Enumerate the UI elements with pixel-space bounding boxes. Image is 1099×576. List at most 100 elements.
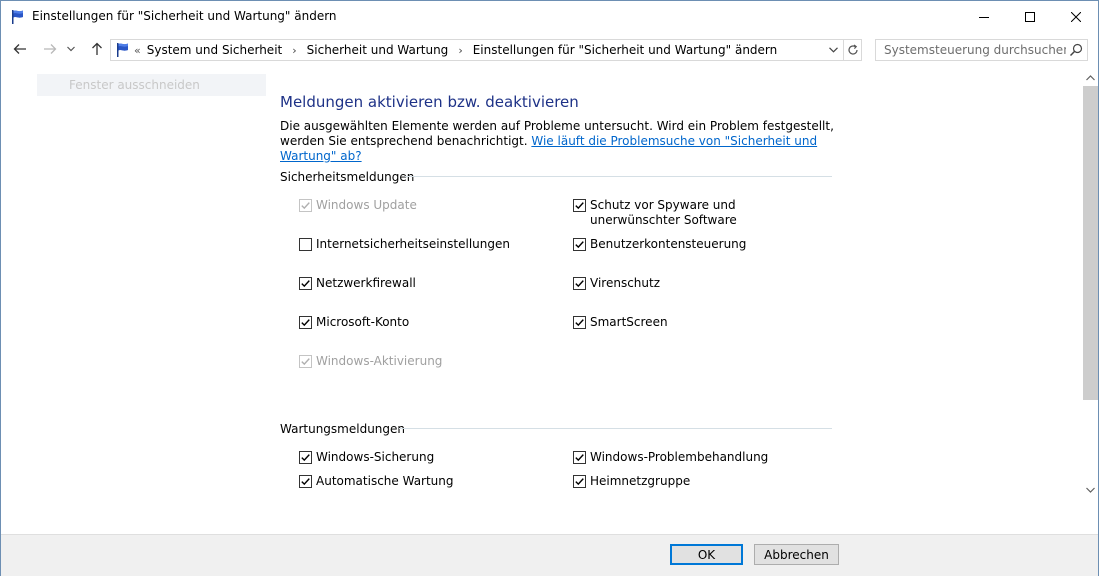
chevron-down-icon	[828, 47, 838, 53]
security-section-title: Sicherheitsmeldungen	[280, 170, 415, 184]
forward-arrow-icon	[44, 44, 57, 54]
checkbox-checked[interactable]	[573, 277, 586, 290]
checkmark-icon	[301, 280, 310, 288]
breadcrumb: « System und Sicherheit › Sicherheit und…	[134, 43, 777, 57]
checkbox-item[interactable]: Windows-Problembehandlung	[573, 450, 813, 465]
flag-icon	[10, 9, 26, 25]
chevron-right-icon[interactable]: ›	[458, 44, 462, 57]
checkbox-checked[interactable]	[299, 316, 312, 329]
checkmark-icon	[575, 454, 584, 462]
chevron-down-icon	[67, 46, 75, 52]
breadcrumb-item[interactable]: Einstellungen für "Sicherheit und Wartun…	[473, 43, 778, 57]
checkbox-label: Virenschutz	[590, 276, 661, 290]
settings-window: Einstellungen für "Sicherheit und Wartun…	[0, 0, 1099, 576]
scrollbar-thumb[interactable]	[1083, 86, 1098, 400]
checkmark-icon	[301, 478, 310, 486]
refresh-icon	[848, 44, 858, 55]
checkmark-icon	[301, 454, 310, 462]
maintenance-section-title: Wartungsmeldungen	[280, 422, 406, 436]
ok-button[interactable]: OK	[670, 544, 743, 565]
checkbox-item[interactable]: Windows-Sicherung	[299, 450, 559, 465]
checkbox-checked[interactable]	[299, 277, 312, 290]
checkbox-checked[interactable]	[299, 475, 312, 488]
checkbox-label: Netzwerkfirewall	[316, 276, 416, 290]
checkbox-item[interactable]: Netzwerkfirewall	[299, 276, 559, 291]
close-icon	[1071, 11, 1081, 22]
checkbox-checked[interactable]	[573, 316, 586, 329]
checkbox-label: Microsoft-Konto	[316, 315, 410, 329]
checkmark-icon	[575, 280, 584, 288]
checkmark-icon	[575, 202, 584, 210]
scroll-down-button[interactable]	[1082, 482, 1099, 498]
up-button[interactable]	[86, 39, 108, 59]
checkbox-label: Benutzerkontensteuerung	[590, 237, 747, 251]
checkbox-label: SmartScreen	[590, 315, 668, 329]
window-title: Einstellungen für "Sicherheit und Wartun…	[32, 9, 337, 23]
checkbox-label: Windows-Sicherung	[316, 450, 435, 464]
checkbox-item: Windows Update	[299, 198, 559, 213]
checkbox-item[interactable]: SmartScreen	[573, 315, 813, 330]
checkmark-icon	[301, 202, 310, 210]
checkbox-checked	[299, 355, 312, 368]
refresh-button[interactable]	[843, 40, 862, 60]
recent-locations-button[interactable]	[64, 39, 78, 59]
dialog-footer: OK Abbrechen	[1, 534, 1098, 576]
checkbox-item[interactable]: Automatische Wartung	[299, 474, 559, 489]
breadcrumb-item[interactable]: Sicherheit und Wartung	[307, 43, 449, 57]
section-divider	[399, 428, 832, 429]
checkbox-item[interactable]: Heimnetzgruppe	[573, 474, 813, 489]
minimize-icon	[979, 16, 989, 18]
page-description: Die ausgewählten Elemente werden auf Pro…	[280, 119, 840, 164]
back-button[interactable]	[9, 39, 31, 59]
breadcrumb-item[interactable]: System und Sicherheit	[147, 43, 283, 57]
checkbox-item[interactable]: Virenschutz	[573, 276, 813, 291]
chevron-up-icon	[1086, 75, 1095, 81]
flag-icon	[115, 42, 131, 58]
checkbox-label: Heimnetzgruppe	[590, 474, 691, 488]
search-icon[interactable]	[1068, 42, 1084, 58]
checkmark-icon	[301, 358, 310, 366]
section-divider	[405, 176, 832, 177]
left-pane: Fenster ausschneiden	[37, 74, 266, 96]
close-button[interactable]	[1053, 1, 1099, 32]
checkbox-item[interactable]: Schutz vor Spyware und unerwünschter Sof…	[573, 198, 813, 228]
chevron-right-icon[interactable]: ›	[292, 44, 296, 57]
checkbox-label: Windows-Aktivierung	[316, 354, 443, 368]
maximize-button[interactable]	[1007, 1, 1053, 32]
checkbox-checked[interactable]	[299, 451, 312, 464]
address-bar[interactable]: « System und Sicherheit › Sicherheit und…	[110, 39, 862, 61]
search-box	[875, 39, 1088, 61]
checkbox-label: Windows Update	[316, 198, 417, 212]
maximize-icon	[1025, 11, 1035, 22]
checkbox-label: Windows-Problembehandlung	[590, 450, 769, 464]
cancel-button[interactable]: Abbrechen	[754, 544, 839, 565]
forward-button[interactable]	[39, 39, 61, 59]
checkmark-icon	[301, 319, 310, 327]
checkbox-item[interactable]: Microsoft-Konto	[299, 315, 559, 330]
up-arrow-icon	[92, 42, 102, 55]
checkbox-item[interactable]: Benutzerkontensteuerung	[573, 237, 813, 252]
search-input[interactable]	[876, 40, 1066, 60]
checkbox-checked	[299, 199, 312, 212]
checkmark-icon	[575, 319, 584, 327]
checkbox-label: Schutz vor Spyware und unerwünschter Sof…	[590, 198, 737, 227]
left-pane-item: Fenster ausschneiden	[69, 78, 200, 92]
checkmark-icon	[575, 241, 584, 249]
checkbox-label: Internetsicherheitseinstellungen	[316, 237, 510, 251]
scroll-up-button[interactable]	[1082, 70, 1099, 86]
checkbox-checked[interactable]	[573, 238, 586, 251]
checkbox-checked[interactable]	[573, 475, 586, 488]
checkbox-label: Automatische Wartung	[316, 474, 454, 488]
breadcrumb-overflow[interactable]: «	[134, 44, 141, 57]
page-title: Meldungen aktivieren bzw. deaktivieren	[280, 93, 579, 111]
checkbox-unchecked[interactable]	[299, 238, 312, 251]
title-bar: Einstellungen für "Sicherheit und Wartun…	[1, 1, 1098, 32]
address-dropdown-button[interactable]	[824, 40, 842, 60]
minimize-button[interactable]	[961, 1, 1007, 32]
back-arrow-icon	[13, 44, 26, 54]
chevron-down-icon	[1086, 487, 1095, 493]
checkbox-item[interactable]: Internetsicherheitseinstellungen	[299, 237, 559, 252]
checkbox-checked[interactable]	[573, 451, 586, 464]
checkbox-checked[interactable]	[573, 199, 586, 212]
checkmark-icon	[575, 478, 584, 486]
